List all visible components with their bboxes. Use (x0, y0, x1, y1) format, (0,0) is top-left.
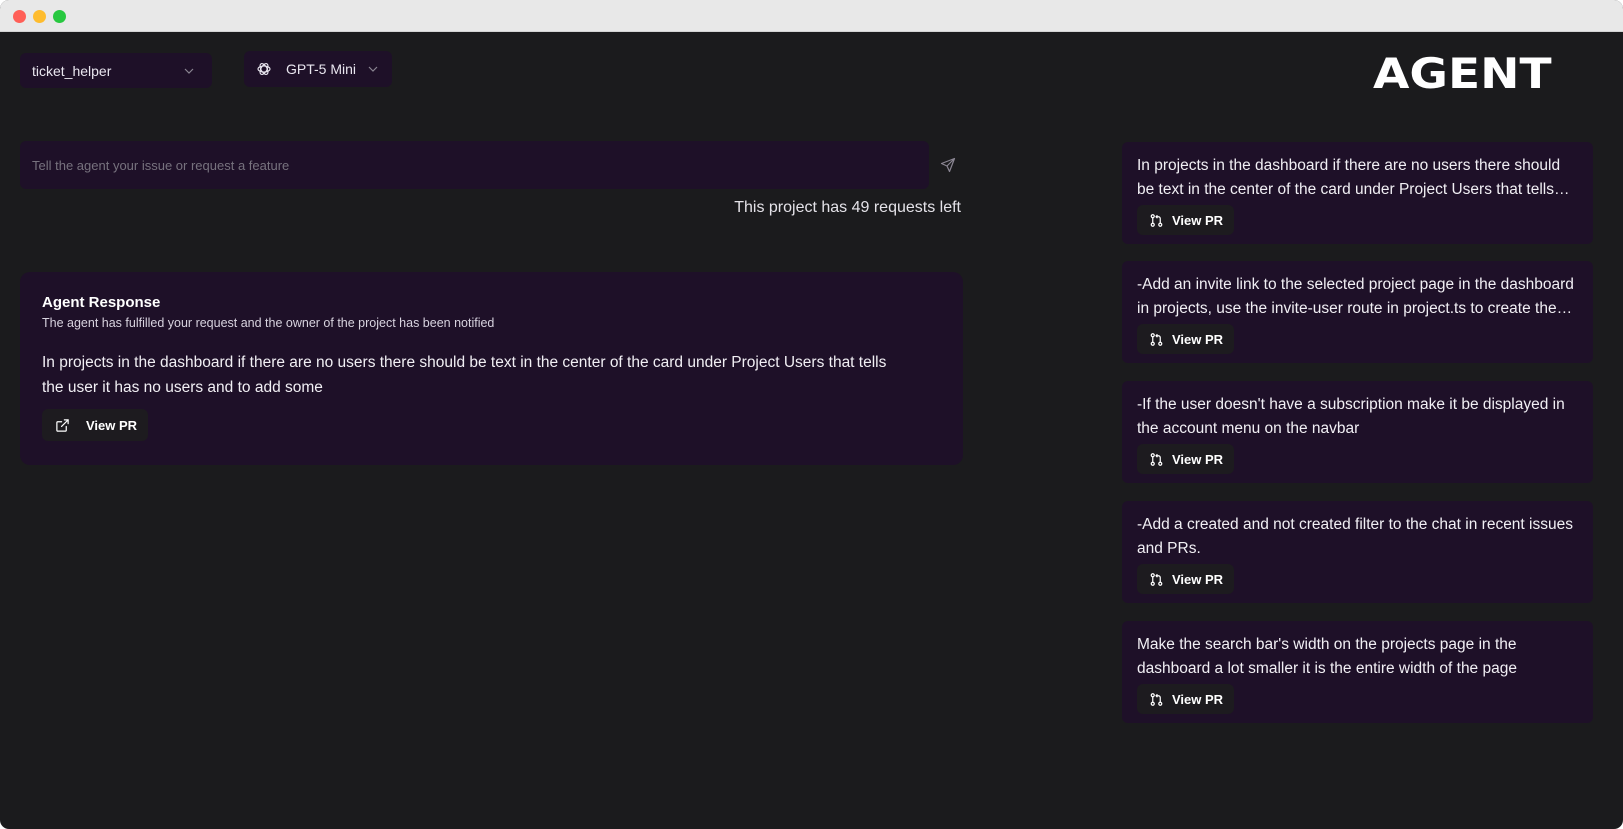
request-input[interactable] (20, 141, 929, 189)
title-bar (0, 0, 1623, 32)
history-card-text: In projects in the dashboard if there ar… (1137, 157, 1561, 198)
view-pr-label: View PR (1172, 331, 1224, 347)
git-pull-request-icon (1150, 572, 1163, 586)
history-card-text: -Add an invite link to the selected proj… (1137, 276, 1574, 317)
chevron-down-icon (184, 68, 194, 74)
chevron-down-icon (368, 66, 378, 72)
history-card[interactable]: -Add an invite link to the selected proj… (1122, 261, 1593, 363)
response-body: In projects in the dashboard if there ar… (42, 354, 887, 396)
external-link-icon (56, 418, 69, 432)
view-pr-label: View PR (1172, 691, 1224, 707)
view-pr-label: View PR (1172, 451, 1224, 467)
history-card[interactable]: Make the search bar's width on the proje… (1122, 621, 1593, 723)
view-pr-button[interactable]: View PR (42, 409, 148, 441)
maximize-window-button[interactable] (53, 10, 66, 23)
send-button[interactable] (937, 154, 959, 176)
view-pr-label: View PR (86, 417, 138, 433)
agent-logo: AGENT (1373, 49, 1552, 98)
git-pull-request-icon (1150, 452, 1163, 466)
model-select[interactable]: GPT-5 Mini (244, 51, 392, 87)
history-card[interactable]: -Add a created and not created filter to… (1122, 501, 1593, 603)
minimize-window-button[interactable] (33, 10, 46, 23)
history-card-text: -Add a created and not created filter to… (1137, 516, 1573, 557)
response-subtitle: The agent has fulfilled your request and… (42, 316, 495, 330)
history-card-text: Make the search bar's width on the proje… (1137, 636, 1517, 677)
close-window-button[interactable] (13, 10, 26, 23)
app-window: ticket_helper GPT-5 Mini AGENT This proj… (0, 0, 1623, 829)
git-pull-request-icon (1150, 332, 1163, 346)
send-icon (940, 157, 956, 173)
view-pr-button[interactable]: View PR (1137, 324, 1234, 354)
history-card[interactable]: In projects in the dashboard if there ar… (1122, 142, 1593, 244)
openai-icon (257, 63, 271, 75)
response-title: Agent Response (42, 294, 161, 311)
history-card-text: -If the user doesn't have a subscription… (1137, 396, 1565, 437)
model-select-value: GPT-5 Mini (286, 61, 357, 77)
requests-left-text: This project has 49 requests left (734, 199, 961, 216)
git-pull-request-icon (1150, 213, 1163, 227)
view-pr-label: View PR (1172, 212, 1224, 228)
view-pr-button[interactable]: View PR (1137, 444, 1234, 474)
view-pr-button[interactable]: View PR (1137, 564, 1234, 594)
git-pull-request-icon (1150, 692, 1163, 706)
agent-select-value: ticket_helper (32, 62, 112, 79)
view-pr-label: View PR (1172, 571, 1224, 587)
agent-select[interactable]: ticket_helper (20, 53, 212, 88)
view-pr-button[interactable]: View PR (1137, 205, 1234, 235)
agent-response-card: Agent Response The agent has fulfilled y… (20, 272, 963, 465)
history-card[interactable]: -If the user doesn't have a subscription… (1122, 381, 1593, 483)
view-pr-button[interactable]: View PR (1137, 684, 1234, 714)
